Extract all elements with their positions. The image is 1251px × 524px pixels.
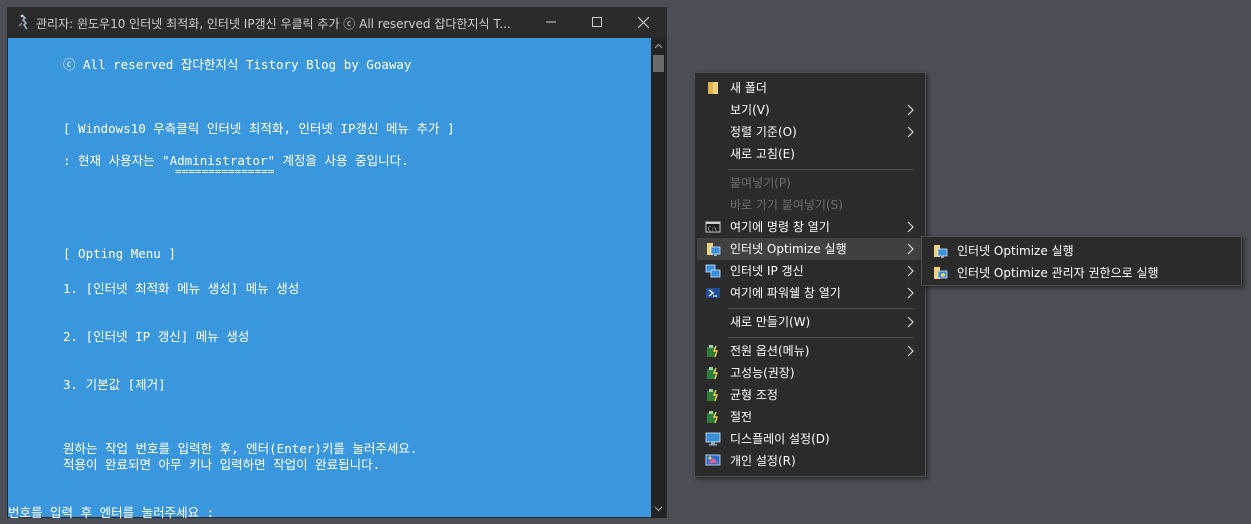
- menu-item-view[interactable]: 보기(V): [697, 99, 923, 121]
- svg-text:C:\: C:\: [708, 227, 717, 233]
- menu-item-paste: 붙여넣기(P): [730, 176, 791, 190]
- menu-item-high-performance[interactable]: 고성능(권장): [697, 362, 923, 384]
- console-line: 3. 기본값 [제거]: [63, 377, 166, 392]
- console-line: 1. [인터넷 최적화 메뉴 생성] 메뉴 생성: [63, 281, 300, 296]
- menu-item-open-cmd[interactable]: C:\ 여기에 명령 창 열기: [697, 216, 923, 238]
- power-plan-icon: [707, 345, 718, 358]
- chevron-right-icon: [907, 221, 914, 233]
- chevron-right-icon: [907, 287, 914, 299]
- powershell-icon: [706, 288, 720, 298]
- folder-icon: [708, 82, 718, 94]
- menu-item-personalize[interactable]: 개인 설정(R): [697, 450, 923, 472]
- scroll-up-icon[interactable]: [654, 42, 663, 51]
- chevron-right-icon: [907, 316, 914, 328]
- network-icon: [705, 264, 721, 278]
- menu-separator: [728, 337, 914, 338]
- menu-separator: [728, 308, 914, 309]
- window-title: 관리자: 윈도우10 인터넷 최적화, 인터넷 IP갱신 우클릭 추가 ⓒ Al…: [36, 17, 511, 31]
- menu-item-display-settings[interactable]: 디스플레이 설정(D): [697, 428, 923, 450]
- menu-item-internet-optimize[interactable]: 인터넷 Optimize 실행: [697, 238, 923, 260]
- power-plan-icon: [707, 411, 718, 424]
- console-line: [ Windows10 우측클릭 인터넷 최적화, 인터넷 IP갱신 메뉴 추가…: [63, 121, 455, 136]
- close-button[interactable]: [620, 8, 666, 38]
- app-icon: [18, 14, 28, 30]
- console-line: [ Opting Menu ]: [63, 246, 176, 261]
- chevron-right-icon: [907, 126, 914, 138]
- menu-item-balanced[interactable]: 균형 조정: [697, 384, 923, 406]
- chevron-right-icon: [907, 265, 914, 277]
- context-menu: 새 폴더 보기(V) 정렬 기준(O) 새로 고침(E) 붙여넣기(P) 바로 …: [694, 72, 926, 477]
- console-output[interactable]: ⓒ All reserved 잡다한지식 Tistory Blog by Goa…: [8, 38, 651, 520]
- menu-item-open-powershell[interactable]: 여기에 파워쉘 창 열기: [697, 282, 923, 304]
- console-underline: ===============: [175, 165, 275, 178]
- power-plan-icon: [707, 389, 718, 402]
- console-window[interactable]: 관리자: 윈도우10 인터넷 최적화, 인터넷 IP갱신 우클릭 추가 ⓒ Al…: [7, 7, 667, 520]
- console-line: ⓒ All reserved 잡다한지식 Tistory Blog by Goa…: [63, 57, 412, 72]
- network-icon: [707, 243, 721, 256]
- menu-item-sort-by[interactable]: 정렬 기준(O): [697, 121, 923, 143]
- minimize-button[interactable]: [528, 8, 574, 38]
- menu-separator: [728, 169, 914, 170]
- maximize-button[interactable]: [574, 8, 620, 38]
- menu-item-new[interactable]: 새로 만들기(W): [697, 311, 923, 333]
- chevron-right-icon: [907, 345, 914, 357]
- submenu-internet-optimize: 인터넷 Optimize 실행 인터넷 Optimize 관리자 권한으로 실행: [921, 236, 1242, 286]
- scroll-down-icon[interactable]: [654, 504, 663, 513]
- display-icon: [705, 432, 721, 446]
- console-prompt: 번호를 입력 후 엔터를 눌러주세요 :: [8, 505, 215, 520]
- submenu-item-run-optimize[interactable]: 인터넷 Optimize 실행: [924, 240, 1239, 262]
- minimize-icon: [546, 21, 556, 23]
- network-icon: [934, 245, 948, 258]
- maximize-icon: [592, 17, 602, 27]
- chevron-right-icon: [907, 104, 914, 116]
- power-plan-icon: [707, 367, 718, 380]
- menu-item-new-folder[interactable]: 새 폴더: [697, 77, 923, 99]
- title-bar[interactable]: 관리자: 윈도우10 인터넷 최적화, 인터넷 IP갱신 우클릭 추가 ⓒ Al…: [8, 8, 666, 38]
- console-scrollbar[interactable]: [651, 38, 666, 518]
- close-icon: [637, 16, 649, 29]
- cmd-icon: C:\: [705, 221, 721, 233]
- chevron-right-icon: [907, 243, 914, 255]
- menu-item-power-saver[interactable]: 절전: [697, 406, 923, 428]
- menu-item-refresh[interactable]: 새로 고침(E): [697, 143, 923, 165]
- console-line: 적용이 완료되면 아무 키나 입력하면 작업이 완료됩니다.: [63, 457, 381, 472]
- menu-item-internet-ip-renew[interactable]: 인터넷 IP 갱신: [697, 260, 923, 282]
- scroll-thumb[interactable]: [653, 55, 664, 72]
- submenu-item-run-optimize-admin[interactable]: 인터넷 Optimize 관리자 권한으로 실행: [924, 262, 1239, 284]
- personalize-icon: [705, 454, 721, 466]
- menu-item-paste-shortcut: 바로 가기 붙여넣기(S): [730, 198, 843, 212]
- console-line: 2. [인터넷 IP 갱신] 메뉴 생성: [63, 329, 250, 344]
- network-admin-icon: [934, 267, 948, 279]
- menu-item-power-options[interactable]: 전원 옵션(메뉴): [697, 340, 923, 362]
